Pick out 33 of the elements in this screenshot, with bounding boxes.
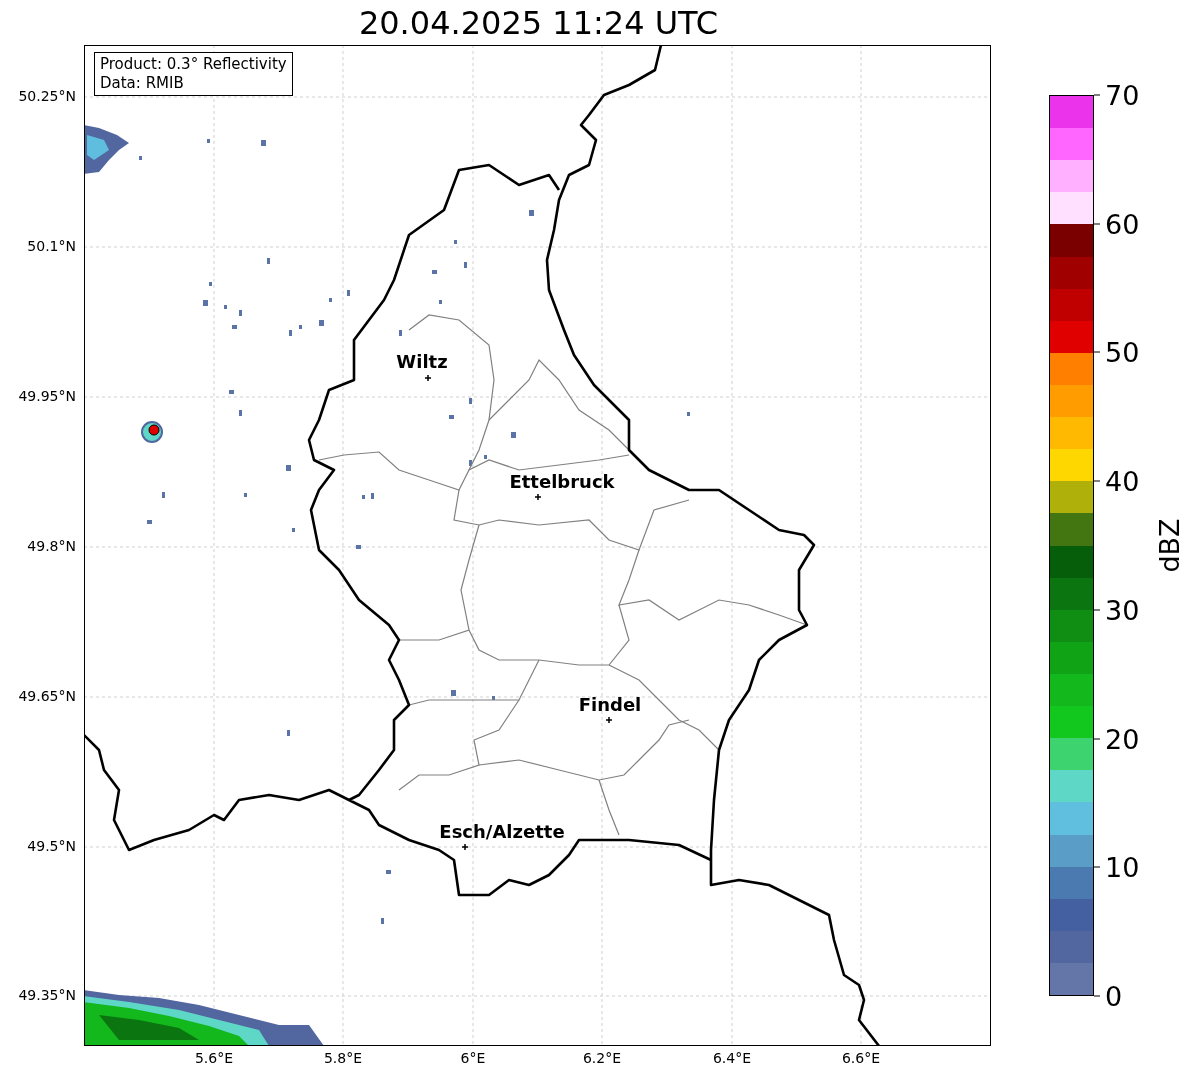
colorbar-tick-label: 30 [1105,596,1140,624]
colorbar-tick-label: 60 [1105,210,1140,238]
colorbar-axis-label: dBZ [1155,518,1183,573]
latitude-label: 49.5°N [27,839,76,853]
longitude-label: 6.4°E [712,1051,752,1065]
longitude-label: 5.8°E [323,1051,363,1065]
latitude-label: 50.1°N [27,239,76,253]
city-marker-icon [534,493,542,501]
latitude-label: 49.35°N [18,988,76,1002]
city-marker-icon [424,374,432,382]
info-text: Product: 0.3° Reflectivity [100,55,287,74]
city-label: Wiltz [396,351,448,372]
colorbar-tick-label: 40 [1105,467,1140,495]
info-text: Data: RMIB [100,74,185,93]
colorbar-tick-label: 0 [1105,982,1123,1010]
latitude-label: 49.65°N [18,689,76,703]
latitude-label: 49.8°N [27,539,76,553]
city-label: Esch/Alzette [439,821,565,842]
longitude-label: 6.2°E [582,1051,622,1065]
longitude-label: 5.6°E [194,1051,234,1065]
latitude-label: 50.25°N [18,89,76,103]
longitude-label: 6°E [460,1051,486,1065]
colorbar-tick-label: 70 [1105,81,1140,109]
latitude-label: 49.95°N [18,389,76,403]
city-marker-icon [461,843,469,851]
colorbar-tick-label: 50 [1105,338,1140,366]
city-marker-icon [605,716,613,724]
city-label: Ettelbruck [509,471,615,492]
longitude-label: 6.6°E [841,1051,881,1065]
colorbar-tick-label: 10 [1105,853,1140,881]
city-label: Findel [578,694,642,715]
colorbar-tick-label: 20 [1105,725,1140,753]
chart-title: 20.04.2025 11:24 UTC [358,6,719,39]
